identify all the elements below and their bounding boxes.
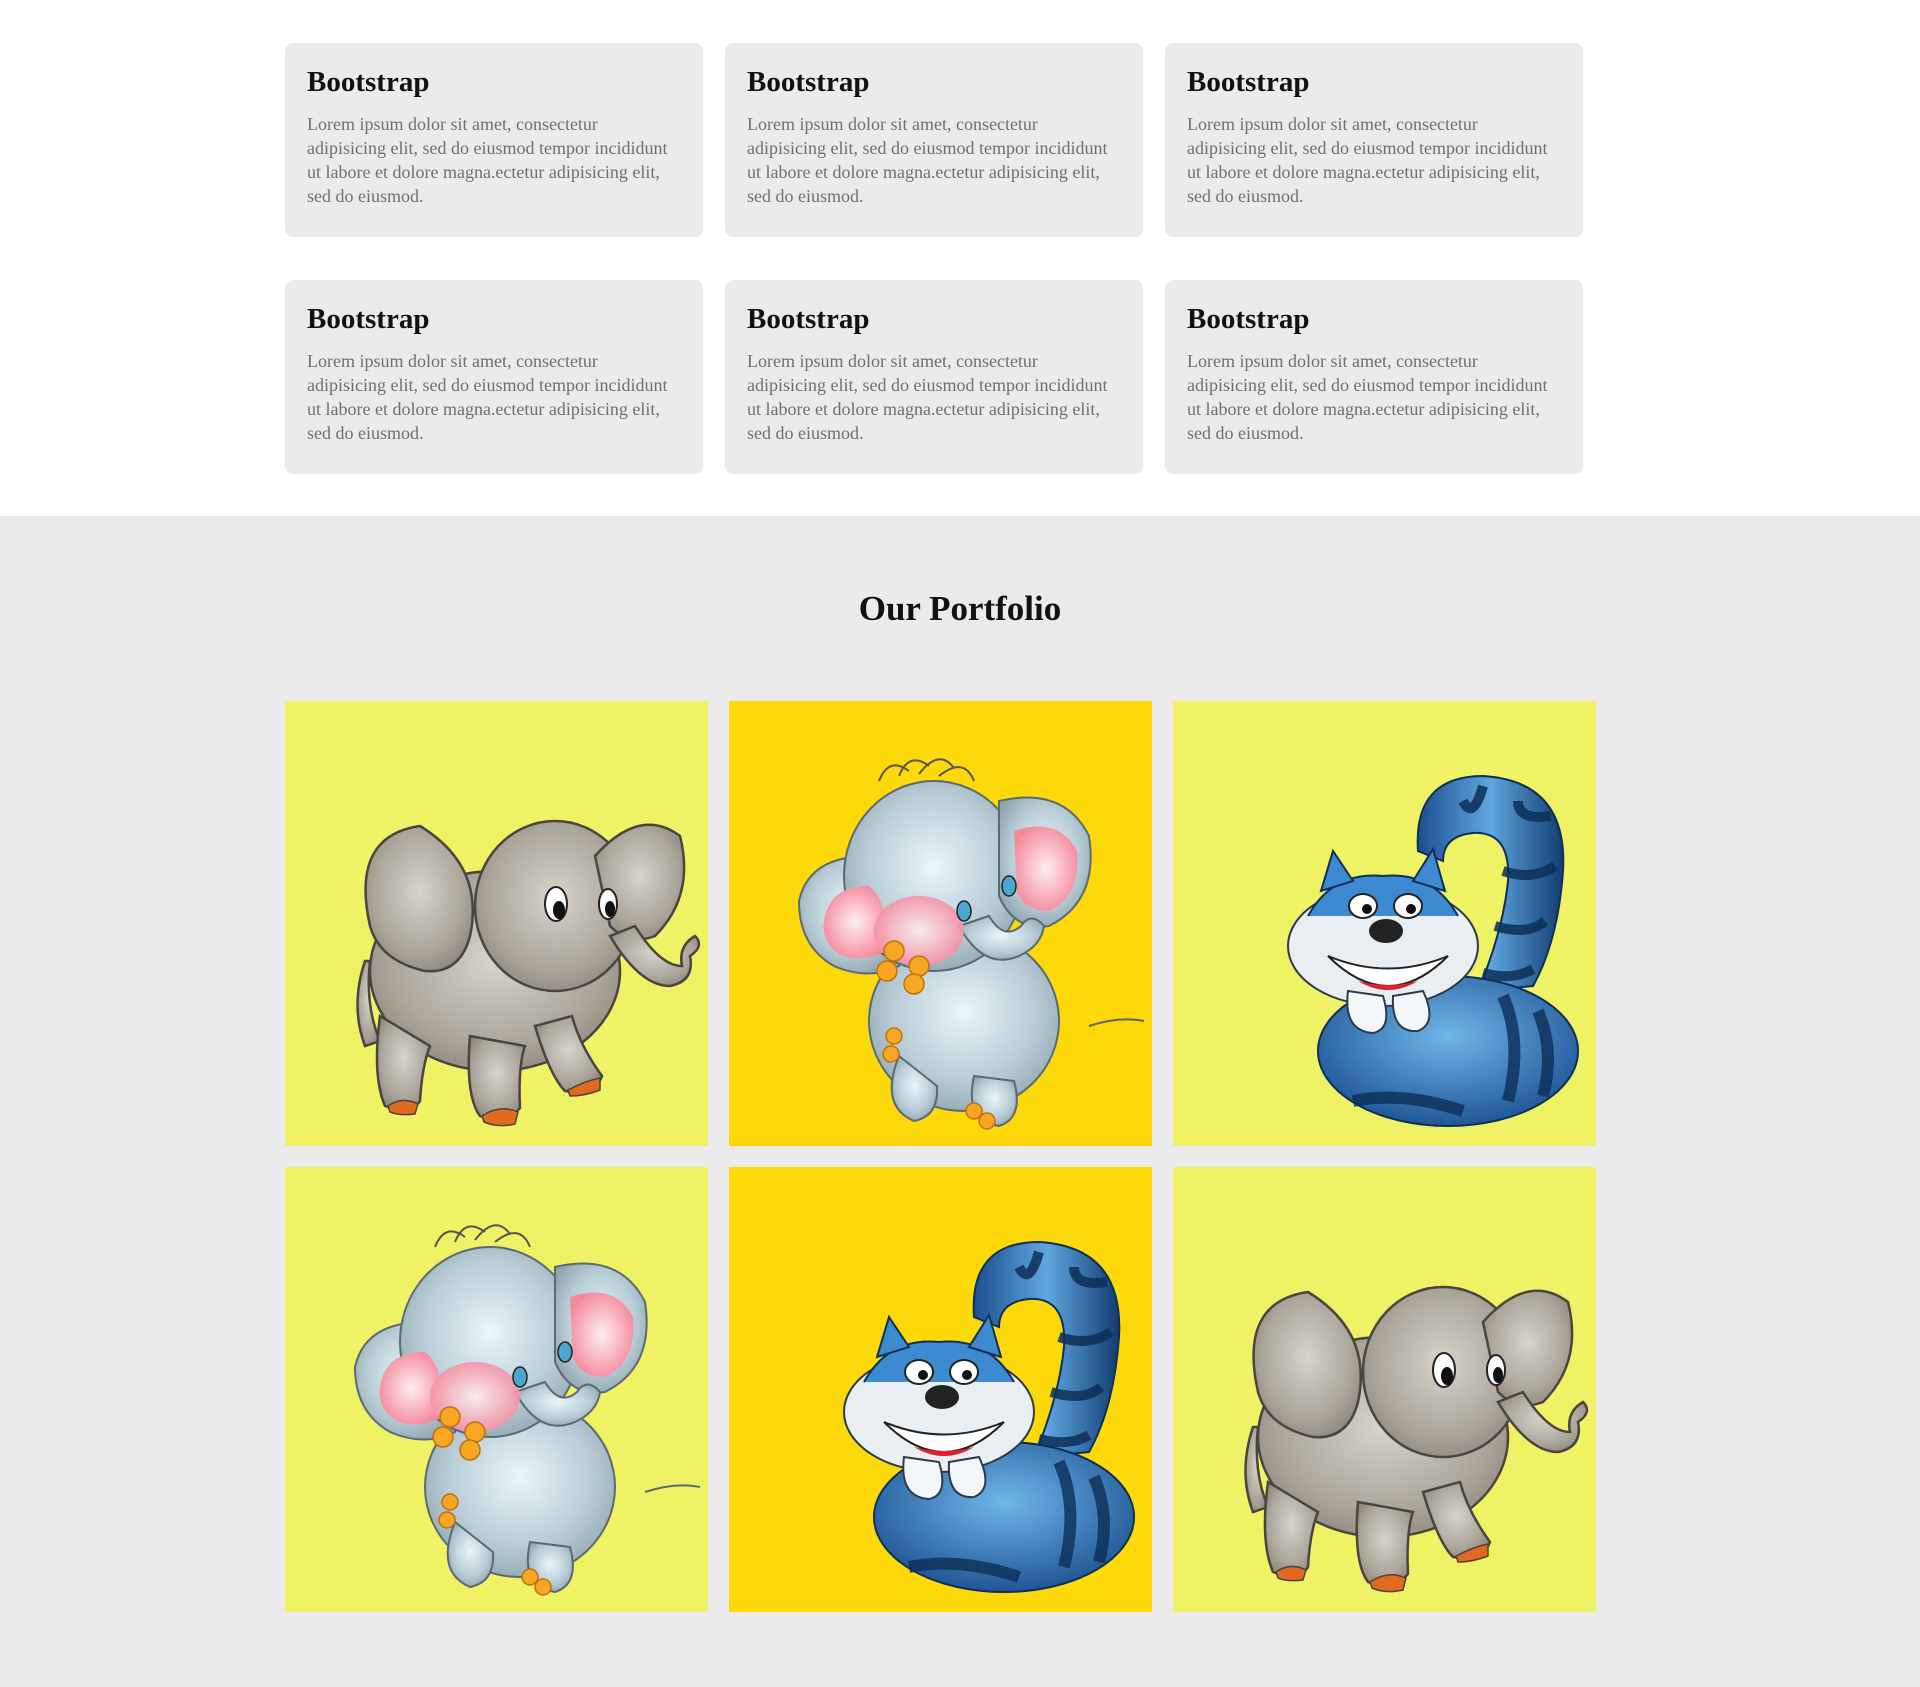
portfolio-title: Our Portfolio [858,589,1062,628]
features-section: Bootstrap Lorem ipsum dolor sit amet, co… [0,0,1920,516]
feature-card-text: Lorem ipsum dolor sit amet, consectetur … [1187,351,1548,443]
feature-card: Bootstrap Lorem ipsum dolor sit amet, co… [725,43,1143,237]
feature-card: Bootstrap Lorem ipsum dolor sit amet, co… [1165,280,1583,474]
feature-card: Bootstrap Lorem ipsum dolor sit amet, co… [285,280,703,474]
grey-elephant-illustration [356,819,701,1127]
feature-card-text: Lorem ipsum dolor sit amet, consectetur … [307,351,668,443]
feature-card-title: Bootstrap [747,303,870,335]
portfolio-item-grey-elephant[interactable] [285,701,708,1146]
blue-baby-elephant-illustration [353,1224,701,1596]
portfolio-grid [285,701,1596,1612]
feature-card-title: Bootstrap [307,303,430,335]
cheshire-cat-illustration [843,1240,1135,1593]
feature-card: Bootstrap Lorem ipsum dolor sit amet, co… [285,43,703,237]
portfolio-item-cheshire-cat[interactable] [1173,701,1596,1146]
feature-card-text: Lorem ipsum dolor sit amet, consectetur … [1187,114,1548,206]
feature-card: Bootstrap Lorem ipsum dolor sit amet, co… [725,280,1143,474]
feature-card-title: Bootstrap [307,66,430,98]
feature-card: Bootstrap Lorem ipsum dolor sit amet, co… [1165,43,1583,237]
feature-card-title: Bootstrap [747,66,870,98]
feature-card-text: Lorem ipsum dolor sit amet, consectetur … [747,114,1108,206]
portfolio-section: Our Portfolio [0,516,1920,1687]
features-grid: Bootstrap Lorem ipsum dolor sit amet, co… [285,43,1583,474]
blue-baby-elephant-illustration [797,758,1145,1130]
feature-card-text: Lorem ipsum dolor sit amet, consectetur … [747,351,1108,443]
portfolio-item-blue-baby-elephant[interactable] [729,701,1152,1146]
portfolio-item-cheshire-cat[interactable] [729,1167,1152,1612]
portfolio-item-blue-baby-elephant[interactable] [285,1167,708,1612]
portfolio-item-grey-elephant[interactable] [1173,1167,1596,1612]
cheshire-cat-illustration [1287,774,1579,1127]
grey-elephant-illustration [1244,1285,1589,1593]
feature-card-text: Lorem ipsum dolor sit amet, consectetur … [307,114,668,206]
feature-card-title: Bootstrap [1187,66,1310,98]
feature-card-title: Bootstrap [1187,303,1310,335]
